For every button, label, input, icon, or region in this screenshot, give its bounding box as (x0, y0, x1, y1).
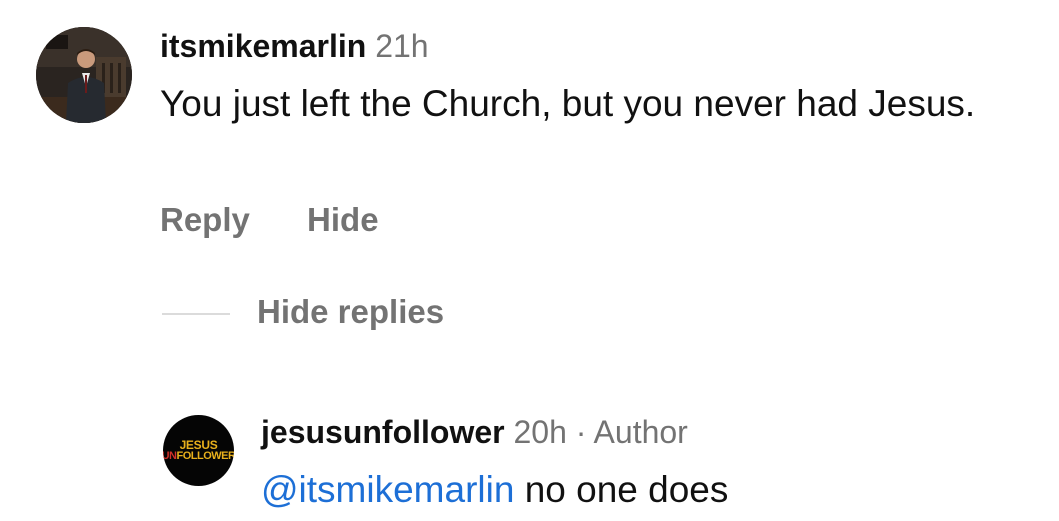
author-badge: Author (593, 414, 688, 450)
avatar[interactable] (36, 27, 132, 123)
reply-text: @itsmikemarlin no one does (261, 466, 728, 514)
replies-divider (162, 313, 230, 315)
logo-text-rest: FOLLOWER (176, 449, 234, 462)
comment-timestamp: 21h (375, 28, 429, 64)
reply-header: jesusunfollower 20h · Author (261, 412, 688, 452)
reply-button[interactable]: Reply (160, 200, 250, 240)
hide-replies-button[interactable]: Hide replies (257, 292, 444, 332)
comment-thread: itsmikemarlin 21h You just left the Chur… (0, 0, 1059, 521)
reply-avatar[interactable]: JESUS UNFOLLOWER (163, 415, 234, 486)
reply-timestamp: 20h (513, 414, 567, 450)
reply-separator: · (575, 414, 587, 450)
logo-text-line2: UNFOLLOWER (163, 449, 234, 462)
comment-username[interactable]: itsmikemarlin (160, 28, 366, 64)
comment-text: You just left the Church, but you never … (160, 83, 976, 124)
comment-actions: Reply Hide (160, 200, 379, 240)
comment-header: itsmikemarlin 21h (160, 26, 429, 66)
profile-photo-icon (36, 27, 132, 123)
mention-link[interactable]: @itsmikemarlin (261, 469, 514, 510)
hide-button[interactable]: Hide (307, 200, 379, 240)
reply-username[interactable]: jesusunfollower (261, 414, 505, 450)
reply-body: no one does (524, 469, 729, 510)
logo-text-accent: UN (163, 449, 177, 462)
